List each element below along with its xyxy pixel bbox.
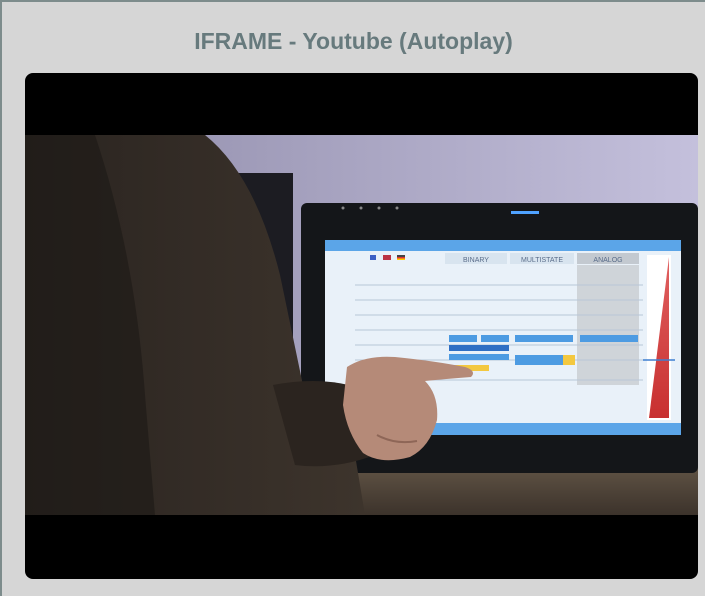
iframe-widget: IFRAME - Youtube (Autoplay) BINARY MULTI… <box>0 0 705 596</box>
widget-title: IFRAME - Youtube (Autoplay) <box>194 28 513 54</box>
screen-col-multistate: MULTISTATE <box>521 257 563 264</box>
video-frame-image: BINARY MULTISTATE ANALOG <box>25 135 698 515</box>
youtube-player[interactable]: BINARY MULTISTATE ANALOG <box>25 73 698 579</box>
video-frame[interactable]: BINARY MULTISTATE ANALOG <box>25 135 698 515</box>
screen-col-binary: BINARY <box>463 257 489 264</box>
screen-col-analog: ANALOG <box>593 257 622 264</box>
